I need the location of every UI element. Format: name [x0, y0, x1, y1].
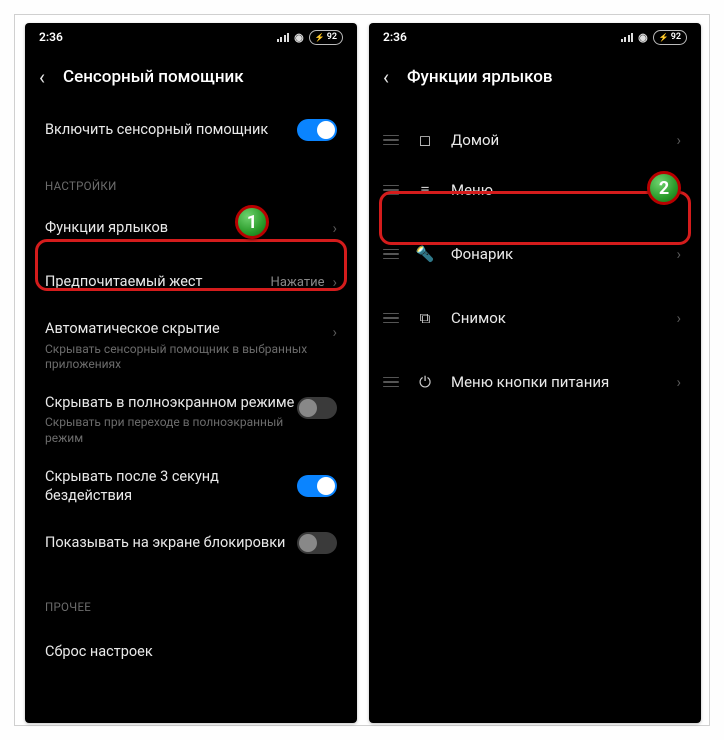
chevron-right-icon: › [676, 245, 681, 263]
chevron-right-icon: › [676, 373, 681, 391]
lockscreen-label: Показывать на экране блокировки [45, 533, 297, 553]
fullscreen-hide-sub: Скрывать при переходе в полноэкранный ре… [45, 415, 297, 446]
autohide-label: Автоматическое скрытие [45, 319, 332, 339]
back-button[interactable]: ‹ [39, 65, 45, 89]
enable-assistant-toggle[interactable] [297, 119, 337, 141]
enable-assistant-row[interactable]: Включить сенсорный помощник [25, 103, 357, 157]
battery-icon: ⚡92 [309, 30, 343, 45]
header: ‹ Сенсорный помощник [25, 51, 357, 103]
drag-handle-icon[interactable] [383, 313, 399, 324]
section-other: ПРОЧЕЕ [25, 570, 357, 622]
shortcut-row-torch[interactable]: 🔦 Фонарик › [369, 229, 701, 279]
reset-row[interactable]: Сброс настроек [25, 622, 357, 676]
page-title: Сенсорный помощник [63, 67, 244, 87]
hide-3s-label: Скрывать после 3 секунд бездействия [45, 467, 297, 506]
chevron-right-icon: › [676, 131, 681, 149]
chevron-right-icon: › [332, 323, 337, 341]
chevron-right-icon: › [332, 219, 337, 237]
wifi-icon: ◉ [638, 31, 648, 44]
enable-assistant-label: Включить сенсорный помощник [45, 120, 297, 140]
shortcuts-label: Функции ярлыков [45, 218, 332, 238]
shortcut-label: Домой [451, 131, 660, 149]
menu-icon: ≡ [415, 181, 435, 199]
hide-3s-row[interactable]: Скрывать после 3 секунд бездействия [25, 457, 357, 516]
status-time: 2:36 [383, 30, 407, 44]
reset-label: Сброс настроек [45, 642, 337, 662]
status-bar: 2:36 ◉ ⚡92 [25, 23, 357, 51]
shortcut-label: Фонарик [451, 245, 660, 263]
shortcut-row-home[interactable]: ◻ Домой › [369, 115, 701, 165]
wifi-icon: ◉ [294, 31, 304, 44]
hide-3s-toggle[interactable] [297, 475, 337, 497]
lockscreen-row[interactable]: Показывать на экране блокировки [25, 516, 357, 570]
shortcut-label: Снимок [451, 309, 660, 327]
shortcut-row-menu[interactable]: ≡ Меню › [369, 165, 701, 215]
section-settings: НАСТРОЙКИ [25, 157, 357, 201]
fullscreen-hide-row[interactable]: Скрывать в полноэкранном режиме Скрывать… [25, 383, 357, 457]
fullscreen-hide-toggle[interactable] [297, 397, 337, 419]
power-icon: ⏻ [415, 373, 435, 391]
signal-icon [277, 32, 290, 42]
chevron-right-icon: › [332, 273, 337, 291]
drag-handle-icon[interactable] [383, 135, 399, 146]
battery-icon: ⚡92 [653, 30, 687, 45]
header: ‹ Функции ярлыков [369, 51, 701, 103]
drag-handle-icon[interactable] [383, 249, 399, 260]
drag-handle-icon[interactable] [383, 185, 399, 196]
shortcut-label: Меню кнопки питания [451, 373, 660, 391]
fullscreen-hide-label: Скрывать в полноэкранном режиме [45, 393, 297, 413]
shot-icon: ⧉ [415, 309, 435, 327]
drag-handle-icon[interactable] [383, 377, 399, 388]
home-icon: ◻ [415, 131, 435, 149]
phone-right: 2:36 ◉ ⚡92 ‹ Функции ярлыков ◻ Домой › ≡ Мен… [369, 23, 701, 723]
autohide-sub: Скрывать сенсорный помощник в выбранных … [45, 342, 332, 373]
shortcut-row-power[interactable]: ⏻ Меню кнопки питания › [369, 357, 701, 407]
shortcut-row-shot[interactable]: ⧉ Снимок › [369, 293, 701, 343]
chevron-right-icon: › [676, 181, 681, 199]
back-button[interactable]: ‹ [383, 65, 389, 89]
gesture-label: Предпочитаемый жест [45, 272, 271, 292]
gesture-row[interactable]: Предпочитаемый жест Нажатие › [25, 255, 357, 309]
phone-left: 2:36 ◉ ⚡92 ‹ Сенсорный помощник Включить… [25, 23, 357, 723]
status-time: 2:36 [39, 30, 63, 44]
gesture-value: Нажатие [271, 275, 325, 290]
page-title: Функции ярлыков [407, 67, 553, 87]
torch-icon: 🔦 [415, 245, 435, 263]
shortcut-label: Меню [451, 181, 660, 199]
autohide-row[interactable]: Автоматическое скрытие Скрывать сенсорны… [25, 309, 357, 383]
status-bar: 2:36 ◉ ⚡92 [369, 23, 701, 51]
shortcuts-row[interactable]: Функции ярлыков › [25, 201, 357, 255]
chevron-right-icon: › [676, 309, 681, 327]
lockscreen-toggle[interactable] [297, 532, 337, 554]
signal-icon [621, 32, 634, 42]
